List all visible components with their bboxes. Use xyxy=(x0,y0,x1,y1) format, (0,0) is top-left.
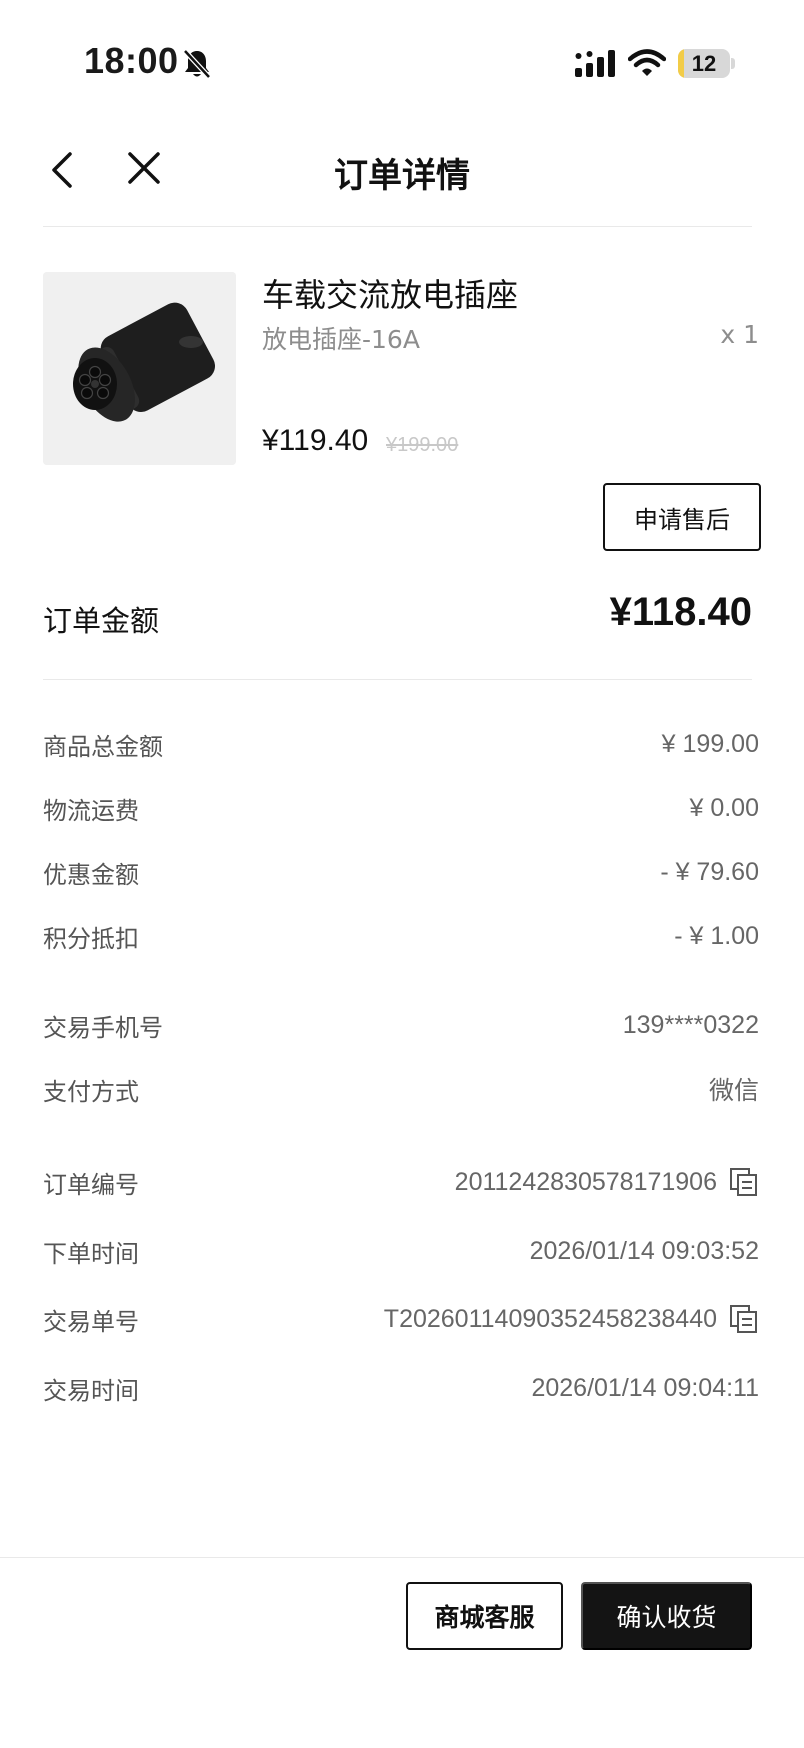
amount-value: ¥ 199.00 xyxy=(661,729,759,758)
amount-label: 优惠金额 xyxy=(43,860,139,889)
payment-value: 微信 xyxy=(708,1077,759,1105)
amount-label: 物流运费 xyxy=(43,796,139,825)
battery-tip xyxy=(731,58,735,69)
copy-icon[interactable] xyxy=(729,1167,759,1197)
amount-row-points: 积分抵扣 - ¥ 1.00 xyxy=(43,918,759,954)
bottom-bar-divider xyxy=(0,1557,804,1558)
product-name[interactable]: 车载交流放电插座 xyxy=(262,270,518,316)
order-total-label: 订单金额 xyxy=(43,604,160,638)
order-total-value: ¥118.40 xyxy=(609,590,752,634)
page-title: 订单详情 xyxy=(334,156,470,196)
bell-muted-icon xyxy=(183,49,211,79)
total-divider xyxy=(43,679,752,680)
product-spec: 放电插座-16A xyxy=(262,325,420,354)
order-info-label: 订单编号 xyxy=(43,1170,139,1199)
product-image[interactable] xyxy=(43,272,236,465)
apply-aftersale-button[interactable]: 申请售后 xyxy=(603,483,761,551)
order-row-number: 订单编号 2011242830578171906 xyxy=(43,1164,759,1200)
battery-level: 12 xyxy=(691,51,717,76)
product-original-price: ¥199.00 xyxy=(386,434,459,456)
amount-row-shipping: 物流运费 ¥ 0.00 xyxy=(43,790,759,826)
customer-service-button[interactable]: 商城客服 xyxy=(406,1582,563,1650)
signal-icon xyxy=(575,50,615,77)
discharge-socket-image xyxy=(43,272,236,465)
payment-row-phone: 交易手机号 139****0322 xyxy=(43,1007,759,1043)
order-row-transaction-time: 交易时间 2026/01/14 09:04:11 xyxy=(43,1370,759,1406)
product-price: ¥119.40 xyxy=(262,424,369,457)
amount-value: - ¥ 79.60 xyxy=(660,857,759,886)
amount-value: ¥ 0.00 xyxy=(689,793,759,822)
header-divider xyxy=(43,226,752,227)
order-info-label: 交易时间 xyxy=(43,1376,139,1405)
payment-label: 支付方式 xyxy=(43,1077,139,1106)
payment-row-method: 支付方式 微信 xyxy=(43,1071,759,1107)
order-info-value: 2026/01/14 09:04:11 xyxy=(531,1373,759,1402)
order-info-label: 交易单号 xyxy=(43,1307,139,1336)
order-number-value: 2011242830578171906 xyxy=(454,1167,717,1196)
order-row-created-time: 下单时间 2026/01/14 09:03:52 xyxy=(43,1233,759,1269)
order-info-value: 2026/01/14 09:03:52 xyxy=(529,1236,759,1265)
payment-value: 139****0322 xyxy=(622,1010,759,1039)
order-info-label: 下单时间 xyxy=(43,1239,139,1268)
product-quantity: x 1 xyxy=(720,320,759,349)
status-time: 18:00 xyxy=(84,40,179,81)
wifi-icon xyxy=(628,49,666,76)
transaction-number-value: T20260114090352458238440 xyxy=(383,1304,717,1333)
order-row-transaction-number: 交易单号 T20260114090352458238440 xyxy=(43,1301,759,1337)
payment-label: 交易手机号 xyxy=(43,1013,163,1042)
amount-label: 积分抵扣 xyxy=(43,924,139,953)
order-detail-page: 18:00 12 订单详情 车载交流放电插座 放电插座-16A x 1 ¥119… xyxy=(0,0,804,1748)
amount-value: - ¥ 1.00 xyxy=(674,921,759,950)
amount-label: 商品总金额 xyxy=(43,732,163,761)
copy-icon[interactable] xyxy=(729,1304,759,1334)
amount-row-goods-total: 商品总金额 ¥ 199.00 xyxy=(43,726,759,762)
amount-row-discount: 优惠金额 - ¥ 79.60 xyxy=(43,854,759,890)
battery-icon: 12 xyxy=(678,49,730,78)
confirm-receipt-button[interactable]: 确认收货 xyxy=(581,1582,752,1650)
